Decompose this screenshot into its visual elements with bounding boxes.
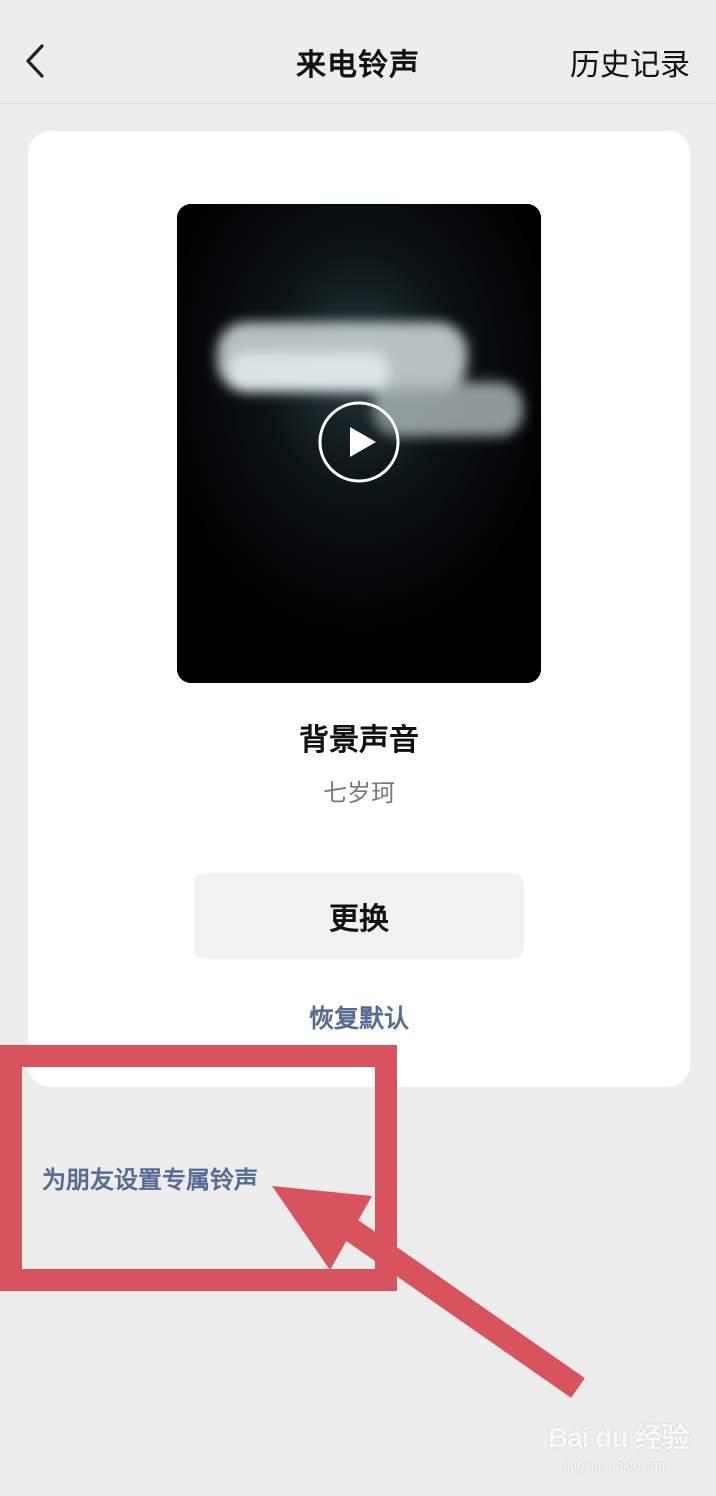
restore-default-link[interactable]: 恢复默认 — [28, 999, 690, 1035]
play-icon — [318, 401, 400, 483]
ringtone-video-preview[interactable] — [177, 204, 541, 683]
change-ringtone-button[interactable]: 更换 — [194, 873, 524, 959]
ringtone-title: 背景声音 — [299, 723, 419, 758]
ringtone-artist: 七岁珂 — [323, 779, 395, 807]
watermark: Bai du 经验 jingyan.baidu.com — [548, 1416, 704, 1484]
friend-ringtone-link[interactable]: 为朋友设置专属铃声 — [42, 1160, 258, 1195]
watermark-url: jingyan.baidu.com — [564, 1458, 669, 1473]
watermark-logo: Bai du 经验 — [548, 1422, 689, 1453]
ringtone-card: 背景声音 七岁珂 更换 恢复默认 — [28, 131, 690, 1087]
history-button[interactable]: 历史记录 — [570, 40, 690, 84]
pointer-arrow-shaft — [333, 1212, 585, 1398]
navigation-bar: 来电铃声 历史记录 — [0, 0, 716, 104]
pointer-arrow-head — [272, 1186, 372, 1270]
play-button[interactable] — [317, 400, 401, 484]
